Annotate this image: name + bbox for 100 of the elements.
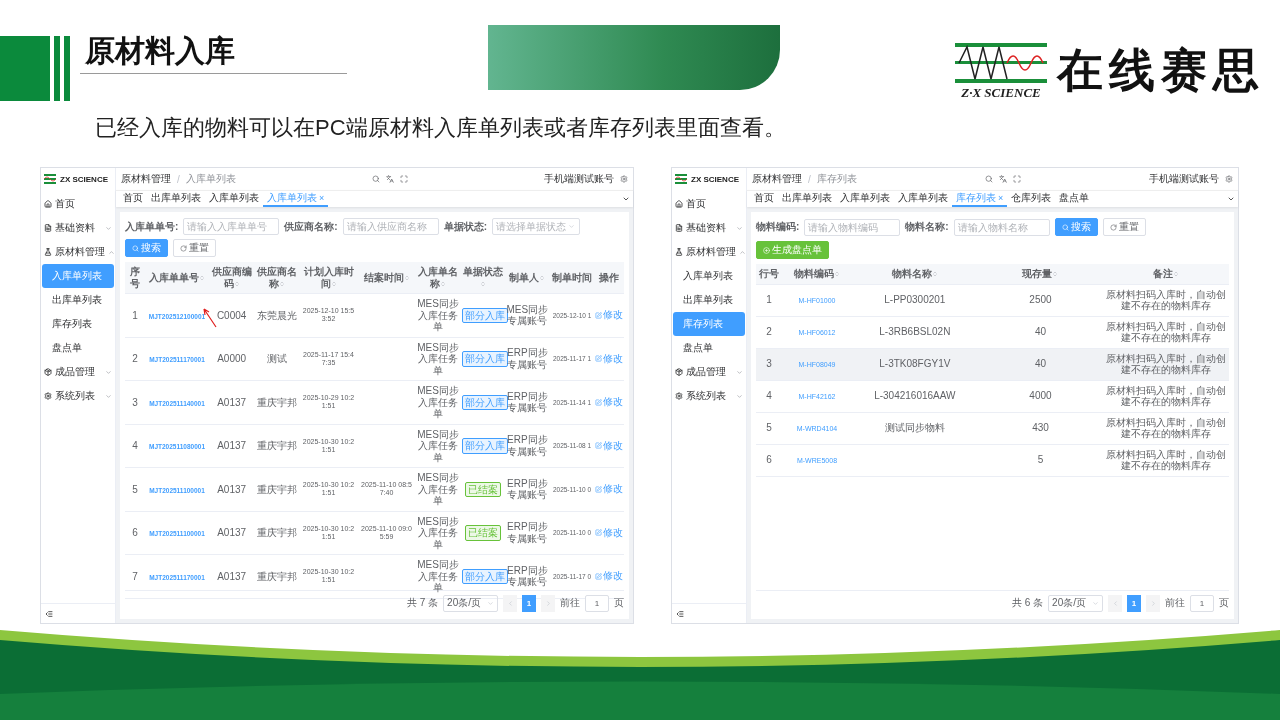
tab[interactable]: 出库单列表 [147,191,205,207]
user-name[interactable]: 手机端测试账号 [544,172,614,186]
translate-icon[interactable] [385,175,394,183]
nav-item[interactable]: 系统列表 [673,384,745,408]
nav-subitem[interactable]: 库存列表 [42,312,114,336]
table-cell: ERP同步专属账号 [504,511,550,555]
translate-icon[interactable] [998,175,1007,183]
page-size-select[interactable]: 20条/页 [443,594,498,612]
nav-subitem[interactable]: 出库单列表 [673,288,745,312]
tab[interactable]: 盘点单 [1055,191,1094,207]
table-cell: A0137 [209,467,255,511]
text-field[interactable]: 请输入供应商名称 [342,218,439,235]
refresh-icon [1109,223,1117,231]
table-cell: ERP同步专属账号 [504,424,550,468]
select-field[interactable]: 请选择单据状态 [492,218,581,235]
table-cell: 3 [756,348,782,380]
search-icon[interactable] [984,175,993,183]
column-header[interactable]: 供应商名称 [254,262,300,294]
edit-icon [595,355,602,363]
tab[interactable]: 出库单列表 [778,191,836,207]
column-header[interactable]: 单据状态 [460,262,505,294]
table-cell: C0004 [209,293,255,337]
caret-icon[interactable] [1227,195,1235,203]
tab[interactable]: 入库单列表 [836,191,894,207]
nav-subitem[interactable]: 盘点单 [673,336,745,360]
nav-subitem[interactable]: 盘点单 [42,336,114,360]
column-header[interactable]: 制单人 [504,262,550,294]
column-header: 行号 [756,264,782,284]
settings-icon[interactable] [1225,175,1233,183]
tab[interactable]: 首页 [119,191,147,207]
caret-icon[interactable] [622,195,630,203]
text-field[interactable]: 请输入入库单单号 [183,218,280,235]
page-input[interactable]: 1 [1190,594,1214,612]
status-tag: 部分入库 [461,351,508,367]
nav-subitem[interactable]: 出库单列表 [42,288,114,312]
nav-item[interactable]: 系统列表 [42,384,114,408]
collapse-icon[interactable] [676,609,684,618]
column-header[interactable]: 备注 [1103,264,1229,284]
sort-icon [330,280,337,287]
breadcrumb-item[interactable]: 原材料管理 [121,172,171,186]
column-header: 操作 [594,262,624,294]
table-cell: MES同步入库任务单 [415,467,461,511]
nav-item[interactable]: 基础资料 [42,216,114,240]
column-header[interactable]: 物料编码 [782,264,852,284]
column-header[interactable]: 入库单名称 [415,262,461,294]
reset-button[interactable]: 重置 [1102,218,1146,236]
fullscreen-icon[interactable] [399,175,408,183]
table-cell: 重庆宇邦 [254,467,300,511]
table-cell: 7 [125,554,145,598]
caret-icon [568,223,576,230]
gear-icon [44,392,52,400]
fullscreen-icon[interactable] [1012,175,1021,183]
tab[interactable]: 仓库列表 [1007,191,1056,207]
nav-subitem[interactable]: 入库单列表 [673,264,745,288]
breadcrumb-separator: / [177,173,180,185]
tab[interactable]: 入库单列表 [894,191,952,207]
tab[interactable]: 入库单列表 [205,191,263,207]
column-header[interactable]: 入库单单号 [145,262,209,294]
edit-icon [595,485,602,493]
table-cell: A0137 [209,554,255,598]
home-icon [675,200,683,208]
filter-label: 供应商名称: [284,219,338,234]
logo-tagline: Z·X SCIENCE [961,85,1041,101]
column-header[interactable]: 物料名称 [852,264,978,284]
settings-icon[interactable] [620,175,628,183]
table-cell: 原材料扫码入库时，自动创建不存在的物料库存 [1103,412,1229,444]
nav-item[interactable]: 成品管理 [673,360,745,384]
sort-icon [1052,271,1059,277]
page-size-select[interactable]: 20条/页 [1048,594,1103,612]
table-cell: MES同步入库任务单 [415,554,461,598]
nav-item[interactable]: 原材料管理 [673,240,745,264]
table-cell: ERP同步专属账号 [504,467,550,511]
table-cell: 40 [977,316,1104,348]
column-header[interactable]: 计划入库时间 [299,262,358,294]
brand-logo-icon [675,174,687,184]
nav-item[interactable]: 基础资料 [673,216,745,240]
reset-button[interactable]: 重置 [173,239,216,257]
goto-label: 前往 [1165,596,1185,610]
nav-item[interactable]: 首页 [42,192,114,216]
search-icon[interactable] [371,175,380,183]
nav-item[interactable]: 首页 [673,192,745,216]
column-header[interactable]: 供应商编码 [209,262,255,294]
title-decoration-block [0,36,50,101]
breadcrumb-item[interactable]: 原材料管理 [752,172,802,186]
tab[interactable]: 首页 [750,191,778,207]
brand-name: ZX SCIENCE [60,174,108,184]
table-cell: A0000 [209,337,255,381]
table-cell: 3 [125,380,145,424]
page-input[interactable]: 1 [585,594,609,612]
column-header[interactable]: 结案时间 [357,262,416,294]
text-field[interactable]: 请输入物料名称 [953,218,1050,236]
chevron-right-icon [1149,599,1157,607]
text-field[interactable]: 请输入物料编码 [804,218,901,236]
column-header[interactable]: 现存量 [977,264,1104,284]
table-cell: 5 [977,444,1104,476]
nav-item[interactable]: 原材料管理 [42,240,114,264]
user-name[interactable]: 手机端测试账号 [1149,172,1219,186]
brand-name: ZX SCIENCE [691,174,739,184]
nav-item[interactable]: 成品管理 [42,360,114,384]
collapse-icon[interactable] [45,609,53,618]
